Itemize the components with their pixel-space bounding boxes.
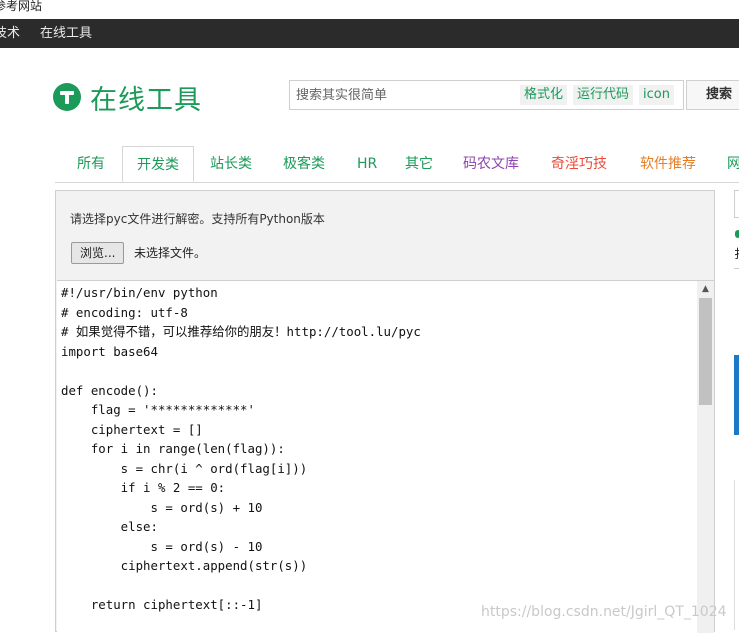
search-chip-run-code[interactable]: 运行代码: [573, 85, 634, 105]
tab-geek[interactable]: 极客类: [283, 146, 325, 182]
code-line: # encoding: utf-8: [61, 304, 188, 320]
search-chip-format[interactable]: 格式化: [520, 85, 568, 105]
right-input-box[interactable]: [734, 190, 739, 218]
tab-all[interactable]: 所有: [77, 146, 105, 182]
tab-webmaster[interactable]: 站长类: [210, 146, 252, 182]
nav-item-online-tools[interactable]: 在线工具: [40, 19, 92, 48]
search-chip-icon[interactable]: icon: [639, 85, 674, 105]
search-input[interactable]: [290, 81, 522, 109]
code-line: if i % 2 == 0:: [61, 480, 226, 495]
right-partial-text: 扌: [734, 245, 739, 262]
tab-hr[interactable]: HR: [357, 146, 377, 182]
code-line: import base64: [61, 343, 158, 359]
scroll-thumb[interactable]: [699, 298, 712, 405]
tab-software[interactable]: 软件推荐: [640, 146, 696, 182]
search-bar: 格式化 运行代码 icon: [289, 80, 684, 110]
tab-web-partial[interactable]: 网: [727, 146, 739, 182]
tool-description: 请选择pyc文件进行解密。支持所有Python版本: [70, 212, 325, 226]
browser-title-strip: 参考网站: [0, 0, 739, 19]
logo-t-icon: [53, 83, 81, 111]
code-line: return ciphertext[::-1]: [61, 597, 263, 612]
right-blue-banner[interactable]: [734, 355, 739, 435]
code-line: #!/usr/bin/env python: [61, 285, 218, 300]
code-line: else:: [61, 519, 158, 534]
code-line: ciphertext.append(str(s)): [61, 558, 308, 573]
watermark: https://blog.csdn.net/Jgirl_QT_1024: [481, 604, 727, 620]
code-output-area[interactable]: #!/usr/bin/env python # encoding: utf-8 …: [57, 280, 714, 633]
browse-file-button[interactable]: 浏览...: [71, 242, 125, 264]
code-line: flag = '*************': [61, 402, 255, 417]
scroll-up-arrow-icon[interactable]: ▲: [697, 281, 714, 298]
browser-page-title: 参考网站: [0, 0, 43, 13]
pyc-decompile-panel: 请选择pyc文件进行解密。支持所有Python版本 浏览... 未选择文件。 #…: [55, 190, 715, 633]
top-navbar: 技术 在线工具: [0, 19, 739, 48]
tab-other[interactable]: 其它: [405, 146, 433, 182]
right-panel-border: [734, 480, 739, 630]
right-green-dot-icon: [735, 230, 739, 238]
vertical-scrollbar[interactable]: ▲: [697, 281, 714, 633]
nav-item-tech[interactable]: 技术: [0, 19, 20, 48]
logo-text: 在线工具: [90, 84, 202, 116]
code-line: # 如果觉得不错，可以推荐给你的朋友！http://tool.lu/pyc: [61, 324, 421, 339]
tab-dev[interactable]: 开发类: [122, 146, 194, 182]
search-button[interactable]: 搜索: [686, 80, 739, 110]
code-line: s = ord(s) - 10: [61, 538, 263, 554]
right-sidebar-partial: 扌: [734, 190, 739, 632]
code-line: s = chr(i ^ ord(flag[i])): [61, 460, 308, 476]
site-logo[interactable]: 在线工具: [53, 80, 202, 116]
file-status: 未选择文件。: [134, 246, 207, 260]
code-line: for i in range(len(flag)):: [61, 441, 285, 456]
tab-coder-library[interactable]: 码农文库: [463, 146, 519, 182]
code-text: #!/usr/bin/env python # encoding: utf-8 …: [61, 283, 421, 615]
category-tabs: 所有 开发类 站长类 极客类 HR 其它 码农文库 奇淫巧技 软件推荐 网: [55, 146, 739, 183]
code-line: s = ord(s) + 10: [61, 499, 263, 515]
code-line: def encode():: [61, 382, 158, 398]
code-line: ciphertext = []: [61, 421, 203, 437]
tab-tricks[interactable]: 奇淫巧技: [551, 146, 607, 182]
right-divider: [734, 268, 739, 269]
